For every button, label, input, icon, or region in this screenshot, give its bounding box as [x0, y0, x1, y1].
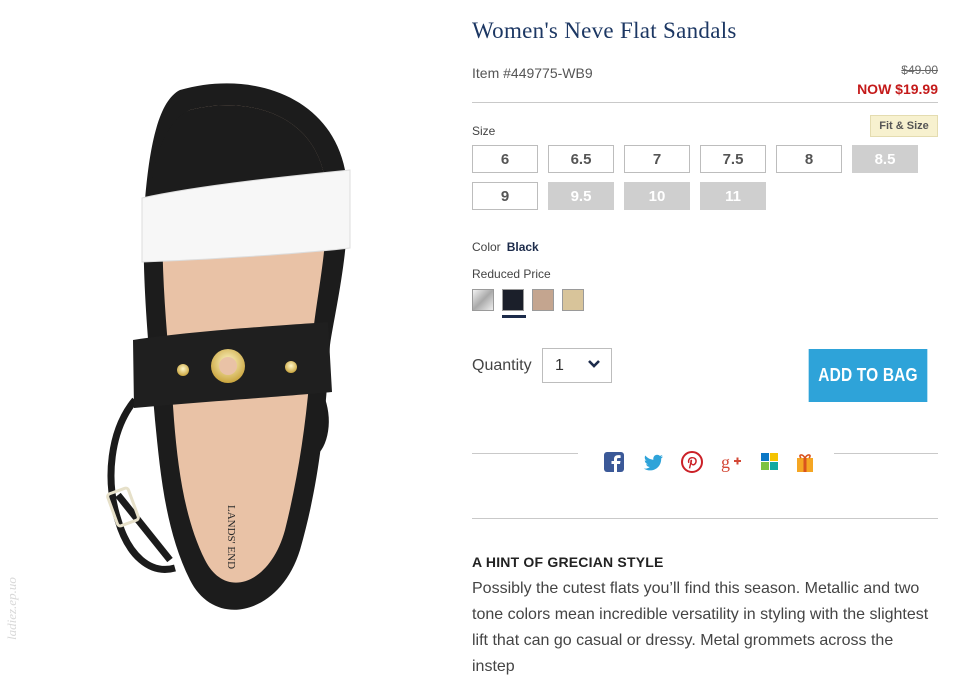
color-row: Color Black [472, 240, 539, 254]
divider [472, 518, 938, 519]
size-option-6[interactable]: 6 [472, 145, 538, 173]
size-label: Size [472, 124, 496, 138]
divider [472, 453, 578, 454]
product-title: Women's Neve Flat Sandals [472, 18, 737, 43]
divider [834, 453, 938, 454]
size-option-6.5[interactable]: 6.5 [548, 145, 614, 173]
facebook-icon[interactable] [603, 451, 625, 473]
pinterest-icon[interactable] [681, 451, 703, 473]
sandal-illustration: LANDS' END [106, 83, 351, 610]
swatch-tan[interactable] [532, 289, 554, 311]
twitter-icon[interactable] [642, 451, 664, 473]
swatch-metallic[interactable] [472, 289, 494, 311]
gift-icon[interactable] [794, 451, 816, 473]
size-option-8.5[interactable]: 8.5 [852, 145, 918, 173]
sale-price: NOW $19.99 [857, 81, 938, 97]
add-to-bag-button[interactable]: ADD TO BAG [808, 349, 928, 402]
color-label: Color [472, 240, 501, 254]
size-option-8[interactable]: 8 [776, 145, 842, 173]
reduced-price-label: Reduced Price [472, 267, 551, 281]
selected-swatch-indicator [502, 315, 526, 318]
watermark: ladiez.ep.uo [4, 577, 19, 640]
product-detail: Women's Neve Flat Sandals Item #449775-W… [472, 0, 940, 675]
description-body: Possibly the cutest flats you’ll find th… [472, 580, 929, 675]
size-option-9[interactable]: 9 [472, 182, 538, 210]
item-number: Item #449775-WB9 [472, 65, 593, 81]
size-option-11[interactable]: 11 [700, 182, 766, 210]
size-option-7[interactable]: 7 [624, 145, 690, 173]
description-heading: A HINT OF GRECIAN STYLE [472, 554, 664, 570]
swatch-black[interactable] [502, 289, 524, 311]
google-plus-icon[interactable]: g [720, 451, 742, 473]
product-image: LANDS' END ladiez.ep.uo [0, 0, 460, 648]
brand-share-icon[interactable] [759, 451, 781, 473]
selected-color: Black [506, 240, 539, 254]
original-price: $49.00 [901, 63, 938, 77]
size-option-7.5[interactable]: 7.5 [700, 145, 766, 173]
divider [472, 102, 938, 103]
chevron-down-icon [588, 360, 600, 368]
quantity-select[interactable]: 1 [542, 348, 612, 383]
swatch-gold[interactable] [562, 289, 584, 311]
size-option-10[interactable]: 10 [624, 182, 690, 210]
insole-brand-label: LANDS' END [225, 505, 237, 569]
quantity-label: Quantity [472, 357, 532, 374]
svg-text:g: g [721, 452, 730, 472]
fit-size-button[interactable]: Fit & Size [870, 115, 938, 137]
size-option-9.5[interactable]: 9.5 [548, 182, 614, 210]
quantity-value: 1 [555, 357, 564, 374]
